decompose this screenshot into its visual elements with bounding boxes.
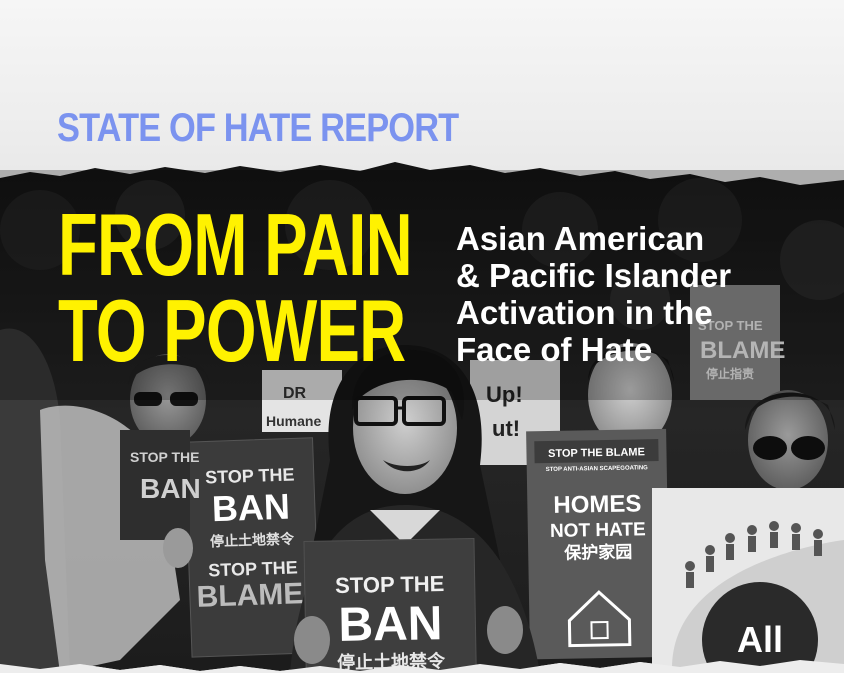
hand-far-left (163, 528, 193, 568)
sign-not-hate-text: NOT HATE (550, 519, 646, 542)
sign-stop-the-blame-text: STOP THE BLAME (548, 446, 645, 460)
sign-far-left-ban-text: BAN (140, 473, 201, 504)
sign-homes-chinese-text: 保护家园 (563, 542, 632, 563)
sign-center-stop-the-text: STOP THE (335, 571, 445, 598)
hand-left (294, 616, 330, 664)
subhead-line-3: Activation in the (456, 294, 713, 331)
sign-stop-the-text: STOP THE (205, 464, 295, 487)
subhead-line-1: Asian American (456, 220, 705, 257)
sign-center-ban-text: BAN (338, 597, 443, 652)
headline-line-1: FROM PAIN (58, 195, 413, 294)
hand-right (487, 606, 523, 654)
subhead-line-2: & Pacific Islander (456, 257, 732, 294)
sign-ban-text: BAN (211, 486, 290, 530)
sign-humane-text: Humane (266, 413, 321, 429)
sign-ut-text: ut! (492, 416, 520, 441)
sign-blame-text: BLAME (196, 577, 304, 614)
subhead: Asian American & Pacific Islander Activa… (456, 220, 816, 368)
sign-homes-not-hate: STOP THE BLAME STOP ANTI-ASIAN SCAPEGOAT… (526, 428, 671, 660)
sign-far-left: STOP THE BAN (120, 430, 201, 540)
sign-ban-chinese-text: 停止土地禁令 (210, 530, 296, 549)
sign-all-text: All (737, 619, 783, 660)
headline-line-2: TO POWER (58, 281, 406, 380)
poster: STATE OF HATE REPORT STOP THE BAN 停止土地禁令… (0, 0, 844, 673)
sign-far-left-stop-text: STOP THE (130, 449, 200, 465)
subhead-line-4: Face of Hate (456, 331, 653, 368)
sign-homes-text: HOMES (553, 490, 641, 519)
sign-stop-the-ban-center: STOP THE BAN 停止土地禁令 (303, 538, 477, 673)
headline: FROM PAIN TO POWER (58, 195, 413, 380)
sign-all: All (652, 488, 844, 673)
